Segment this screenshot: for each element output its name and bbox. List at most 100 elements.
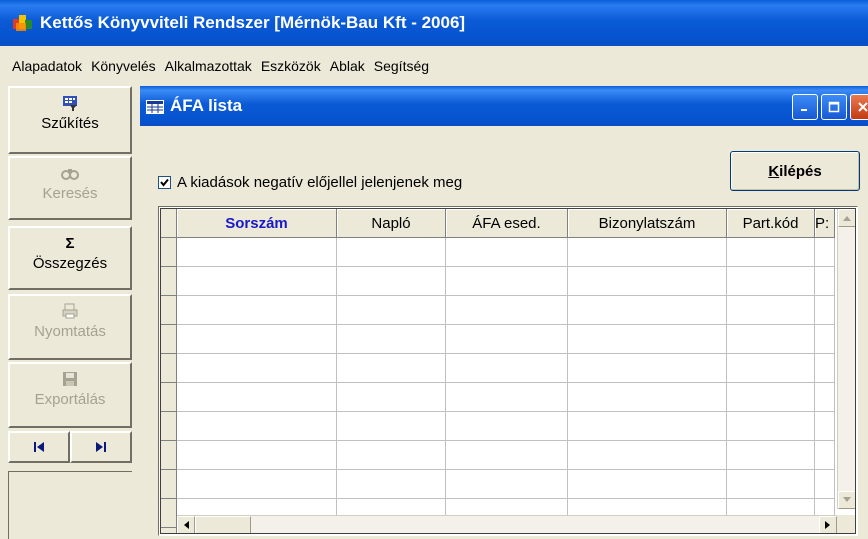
table-cell[interactable] [337, 354, 446, 383]
menu-alapadatok[interactable]: Alapadatok [12, 58, 82, 74]
table-cell[interactable] [446, 412, 568, 441]
column-header-naplo[interactable]: Napló [337, 209, 446, 238]
table-row[interactable] [177, 238, 835, 267]
table-cell[interactable] [727, 383, 815, 412]
table-cell[interactable] [727, 354, 815, 383]
table-cell[interactable] [568, 383, 727, 412]
afa-grid[interactable]: Sorszám Napló ÁFA esed. Bizonylatszám Pa… [158, 206, 858, 536]
table-cell[interactable] [337, 267, 446, 296]
column-header-sorszam[interactable]: Sorszám [177, 209, 337, 238]
table-cell[interactable] [568, 267, 727, 296]
table-row[interactable] [177, 441, 835, 470]
table-row[interactable] [177, 470, 835, 499]
search-button[interactable]: Keresés [8, 156, 132, 220]
row-indicator[interactable] [161, 499, 176, 528]
table-row[interactable] [177, 354, 835, 383]
table-cell[interactable] [177, 354, 337, 383]
table-cell[interactable] [815, 325, 835, 354]
narrow-button[interactable]: Szűkítés [8, 86, 132, 154]
menu-alkalmazottak[interactable]: Alkalmazottak [165, 58, 252, 74]
table-cell[interactable] [727, 267, 815, 296]
last-record-button[interactable] [70, 431, 132, 463]
table-cell[interactable] [815, 412, 835, 441]
menu-ablak[interactable]: Ablak [330, 58, 365, 74]
negative-sign-checkbox[interactable] [158, 176, 171, 189]
table-cell[interactable] [568, 325, 727, 354]
column-header-part-kod[interactable]: Part.kód [727, 209, 815, 238]
horizontal-scroll-thumb[interactable] [195, 516, 251, 533]
minimize-button[interactable] [792, 94, 818, 120]
row-indicator[interactable] [161, 267, 176, 296]
table-cell[interactable] [337, 296, 446, 325]
table-cell[interactable] [446, 296, 568, 325]
table-cell[interactable] [446, 383, 568, 412]
scroll-right-button[interactable] [819, 516, 837, 533]
row-indicator[interactable] [161, 383, 176, 412]
table-cell[interactable] [337, 441, 446, 470]
close-button[interactable] [850, 94, 868, 120]
scroll-down-button[interactable] [838, 491, 855, 509]
row-indicator[interactable] [161, 296, 176, 325]
table-row[interactable] [177, 383, 835, 412]
horizontal-scrollbar[interactable] [177, 515, 837, 533]
exit-button[interactable]: Kilépés [730, 151, 860, 191]
table-cell[interactable] [815, 354, 835, 383]
table-cell[interactable] [815, 470, 835, 499]
table-cell[interactable] [177, 267, 337, 296]
table-cell[interactable] [177, 470, 337, 499]
table-cell[interactable] [446, 238, 568, 267]
table-cell[interactable] [815, 267, 835, 296]
table-cell[interactable] [568, 412, 727, 441]
table-cell[interactable] [727, 238, 815, 267]
table-cell[interactable] [727, 441, 815, 470]
table-cell[interactable] [568, 238, 727, 267]
export-button[interactable]: Exportálás [8, 362, 132, 428]
menu-eszkozok[interactable]: Eszközök [261, 58, 321, 74]
row-indicator[interactable] [161, 325, 176, 354]
table-cell[interactable] [446, 267, 568, 296]
table-row[interactable] [177, 267, 835, 296]
table-cell[interactable] [177, 296, 337, 325]
table-cell[interactable] [337, 412, 446, 441]
table-cell[interactable] [177, 238, 337, 267]
scroll-up-button[interactable] [838, 209, 855, 227]
row-indicator[interactable] [161, 441, 176, 470]
row-indicator[interactable] [161, 238, 176, 267]
menu-konyveles[interactable]: Könyvelés [91, 58, 156, 74]
table-cell[interactable] [727, 470, 815, 499]
column-header-bizonylatszam[interactable]: Bizonylatszám [568, 209, 727, 238]
table-cell[interactable] [568, 354, 727, 383]
table-cell[interactable] [815, 296, 835, 325]
table-cell[interactable] [568, 441, 727, 470]
table-cell[interactable] [446, 441, 568, 470]
table-row[interactable] [177, 325, 835, 354]
first-record-button[interactable] [8, 431, 70, 463]
table-cell[interactable] [446, 325, 568, 354]
table-cell[interactable] [815, 238, 835, 267]
table-cell[interactable] [337, 325, 446, 354]
table-row[interactable] [177, 296, 835, 325]
table-cell[interactable] [446, 470, 568, 499]
table-cell[interactable] [177, 325, 337, 354]
column-header-afa-esed[interactable]: ÁFA esed. [446, 209, 568, 238]
vertical-scrollbar[interactable] [837, 209, 855, 509]
table-cell[interactable] [177, 412, 337, 441]
table-cell[interactable] [727, 412, 815, 441]
table-cell[interactable] [568, 296, 727, 325]
table-cell[interactable] [727, 325, 815, 354]
maximize-button[interactable] [821, 94, 847, 120]
scroll-left-button[interactable] [177, 516, 195, 533]
table-cell[interactable] [568, 470, 727, 499]
menu-segitseg[interactable]: Segítség [374, 58, 429, 74]
table-cell[interactable] [337, 383, 446, 412]
table-cell[interactable] [177, 383, 337, 412]
row-indicator[interactable] [161, 354, 176, 383]
table-cell[interactable] [446, 354, 568, 383]
table-cell[interactable] [177, 441, 337, 470]
row-indicator[interactable] [161, 470, 176, 499]
negative-sign-option[interactable]: A kiadások negatív előjellel jelenjenek … [158, 174, 462, 191]
table-cell[interactable] [815, 383, 835, 412]
print-button[interactable]: Nyomtatás [8, 294, 132, 360]
table-cell[interactable] [337, 238, 446, 267]
column-header-truncated[interactable]: P: [815, 209, 835, 238]
